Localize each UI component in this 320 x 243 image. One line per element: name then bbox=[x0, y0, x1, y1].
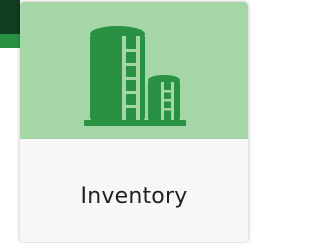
page: Inventory bbox=[0, 0, 248, 243]
accent-strip-fragment bbox=[0, 34, 20, 48]
tile-label: Inventory bbox=[80, 184, 188, 209]
header-bar-fragment bbox=[0, 0, 20, 34]
storage-tanks-icon bbox=[84, 26, 186, 126]
tile-icon-area bbox=[20, 2, 248, 139]
